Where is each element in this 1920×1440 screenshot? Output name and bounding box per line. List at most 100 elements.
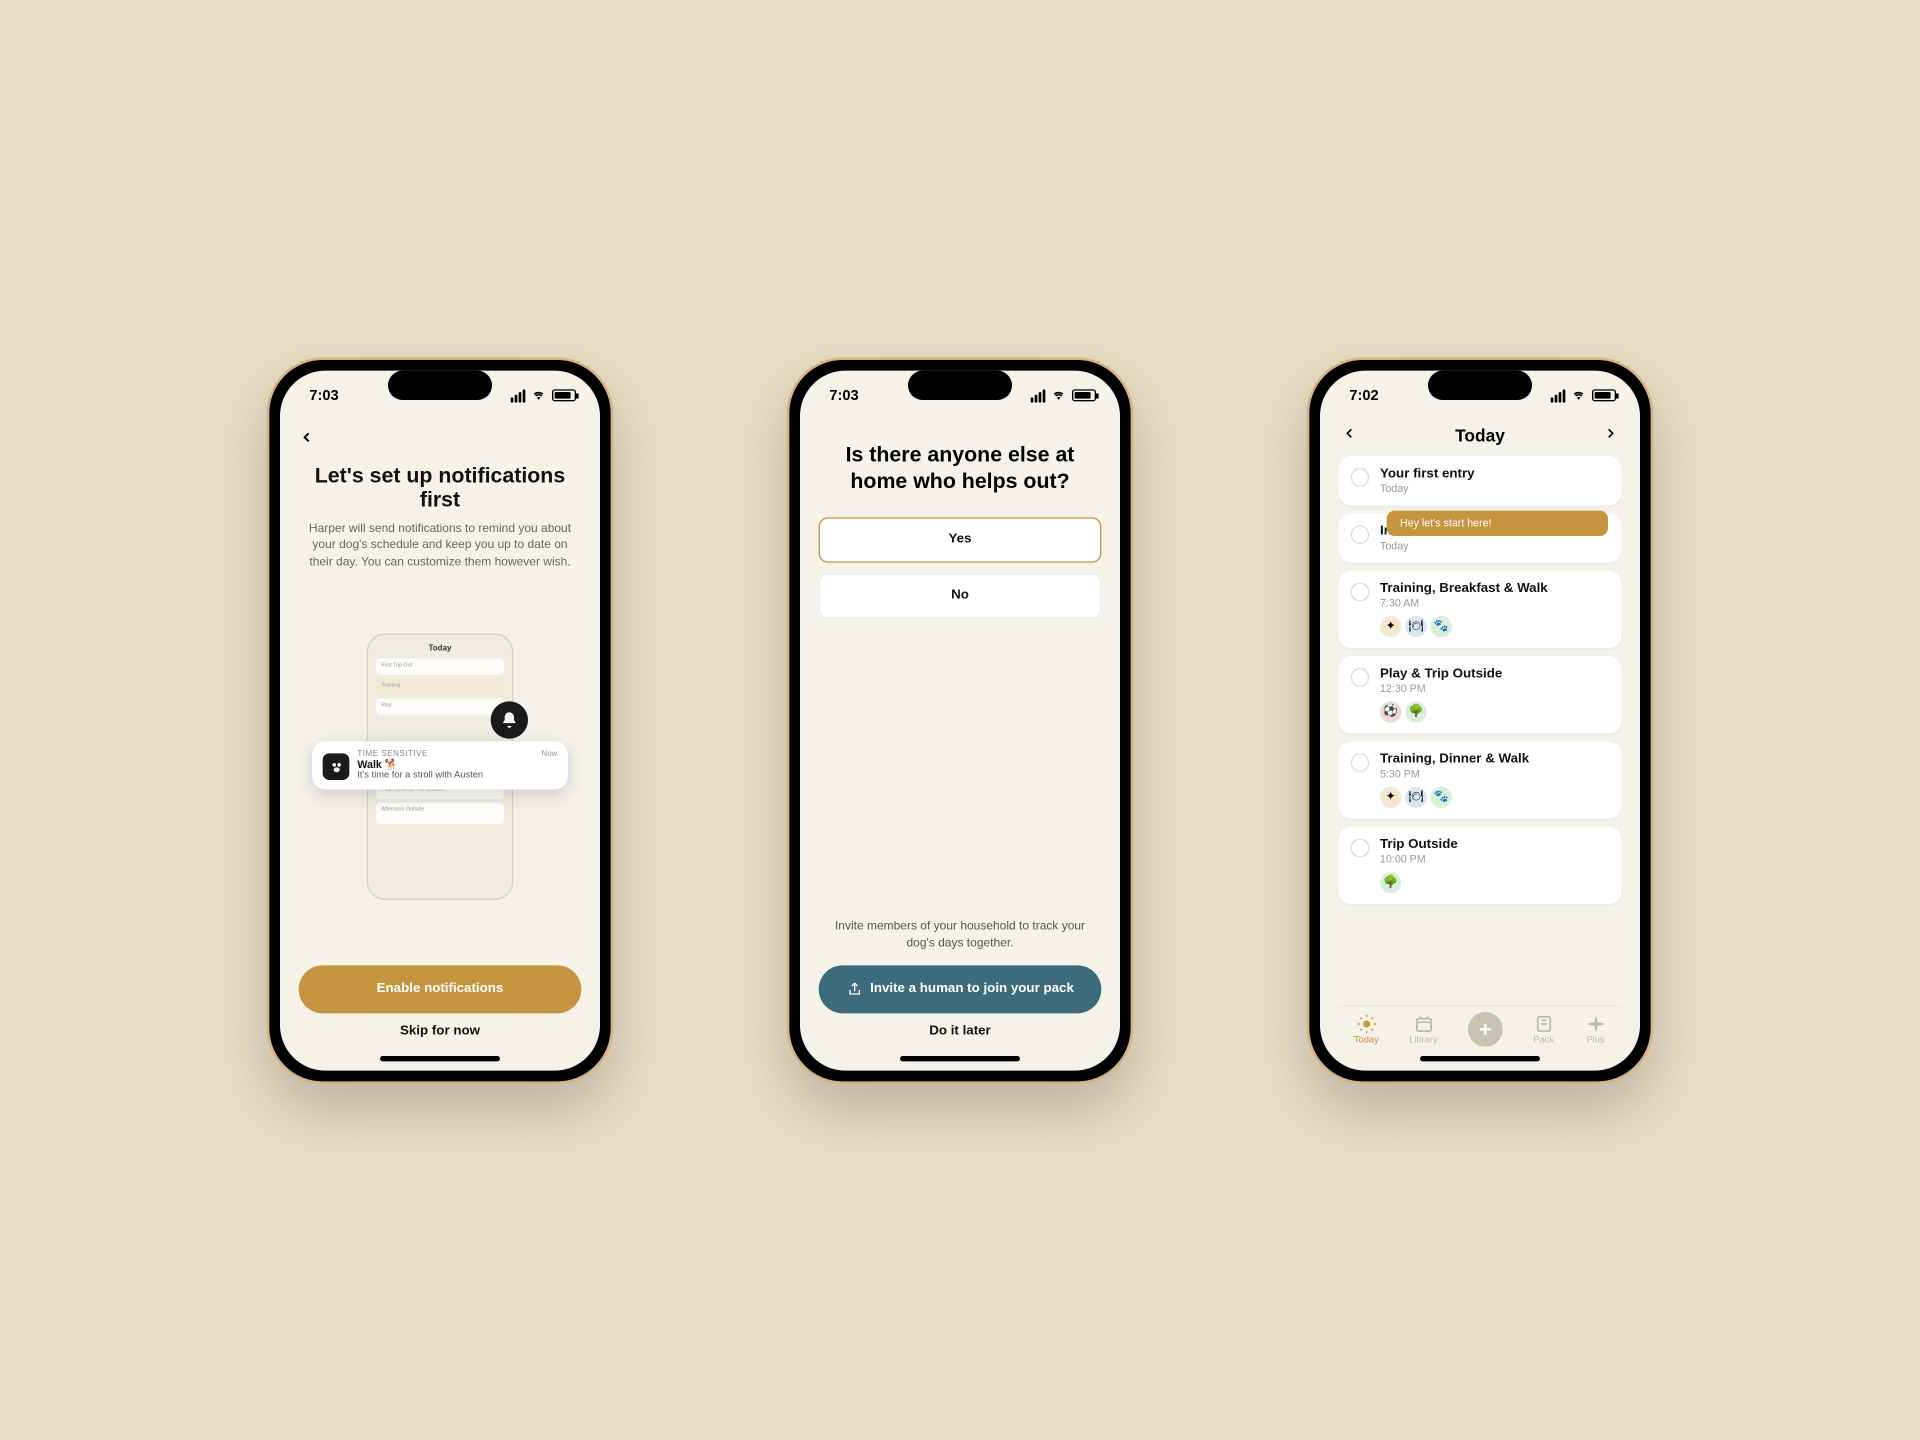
battery-icon	[1072, 389, 1096, 401]
wifi-icon	[1571, 389, 1587, 401]
card-subtitle: 10:00 PM	[1380, 853, 1609, 865]
outside-icon: 🌳	[1380, 871, 1401, 892]
status-indicators	[1551, 389, 1616, 402]
screen-today: 7:02 Today Your first entryToday	[1320, 370, 1640, 1070]
checkbox[interactable]	[1351, 838, 1370, 857]
mini-phone: Today First Trip Out Training Play Morni…	[367, 634, 514, 901]
tab-label: Library	[1409, 1035, 1438, 1044]
tab-label: Today	[1354, 1035, 1379, 1044]
pack-icon	[1533, 1013, 1554, 1034]
card-training-dinner-walk[interactable]: Training, Dinner & Walk 5:30 PM ✦🍽🐾	[1339, 741, 1622, 818]
food-icon: 🍽	[1405, 786, 1426, 807]
status-indicators	[1031, 389, 1096, 402]
home-indicator	[1320, 1046, 1640, 1070]
invite-button[interactable]: Invite a human to join your pack	[819, 965, 1102, 1013]
sparkle-icon	[1585, 1013, 1606, 1034]
checkbox[interactable]	[1351, 667, 1370, 686]
card-title: Training, Breakfast & Walk	[1380, 581, 1609, 596]
walk-icon: 🐾	[1431, 615, 1452, 636]
tab-today[interactable]: Today	[1354, 1013, 1379, 1045]
card-subtitle: 12:30 PM	[1380, 682, 1609, 694]
card-title: Training, Dinner & Walk	[1380, 751, 1609, 766]
question-heading: Is there anyone else at home who helps o…	[819, 442, 1102, 495]
choice-yes[interactable]: Yes	[819, 517, 1102, 562]
invite-label: Invite a human to join your pack	[870, 981, 1074, 996]
card-subtitle: Today	[1380, 539, 1609, 551]
food-icon: 🍽	[1405, 615, 1426, 636]
device-notch	[1428, 370, 1532, 399]
phone-mockup-1: 7:03 Let's set up notifications first Ha…	[267, 357, 614, 1084]
mini-header: Today	[376, 646, 504, 654]
checkbox[interactable]	[1351, 582, 1370, 601]
day-title: Today	[1455, 425, 1505, 445]
plus-icon	[1476, 1019, 1495, 1038]
enable-notifications-button[interactable]: Enable notifications	[299, 965, 582, 1013]
outside-icon: 🌳	[1405, 701, 1426, 722]
choice-no[interactable]: No	[819, 573, 1102, 618]
tab-add-button[interactable]	[1468, 1011, 1503, 1046]
play-icon: ⚽	[1380, 701, 1401, 722]
wifi-icon	[1051, 389, 1067, 401]
page-subtitle: Harper will send notifications to remind…	[299, 519, 582, 569]
card-title: Trip Outside	[1380, 837, 1609, 852]
checkbox[interactable]	[1351, 753, 1370, 772]
bell-badge-icon	[491, 702, 528, 739]
device-notch	[908, 370, 1012, 399]
phone-mockup-2: 7:03 Is there anyone else at home who he…	[787, 357, 1134, 1084]
notification-body: It's time for a stroll with Austen	[357, 771, 533, 780]
prev-day-button[interactable]	[1341, 423, 1357, 447]
phone-mockup-3: 7:02 Today Your first entryToday	[1307, 357, 1654, 1084]
training-icon: ✦	[1380, 615, 1401, 636]
illustration: Today First Trip Out Training Play Morni…	[299, 570, 582, 965]
card-subtitle: Today	[1380, 482, 1609, 494]
screen-notifications-setup: 7:03 Let's set up notifications first Ha…	[280, 370, 600, 1070]
skip-button[interactable]: Skip for now	[299, 1023, 582, 1038]
checkbox[interactable]	[1351, 525, 1370, 544]
footer-description: Invite members of your household to trac…	[819, 918, 1102, 952]
walk-icon: 🐾	[1431, 786, 1452, 807]
choice-group: Yes No	[819, 517, 1102, 629]
status-indicators	[511, 389, 576, 402]
home-indicator	[280, 1046, 600, 1070]
status-time: 7:02	[1349, 387, 1378, 403]
next-day-button[interactable]	[1603, 423, 1619, 447]
card-training-breakfast-walk[interactable]: Training, Breakfast & Walk 7:30 AM ✦🍽🐾	[1339, 570, 1622, 647]
device-notch	[388, 370, 492, 399]
tab-pack[interactable]: Pack	[1533, 1013, 1554, 1045]
tab-label: Plus	[1586, 1035, 1604, 1044]
tab-library[interactable]: Library	[1409, 1013, 1438, 1045]
checkbox[interactable]	[1351, 467, 1370, 486]
notification-card: TIME SENSITIVE Walk 🐕 It's time for a st…	[312, 742, 568, 790]
signal-icon	[1551, 389, 1566, 402]
onboarding-tooltip: Hey let's start here!	[1387, 510, 1608, 535]
notification-when: Now	[541, 751, 557, 759]
home-indicator	[800, 1046, 1120, 1070]
day-nav: Today	[1339, 421, 1622, 456]
app-icon	[323, 754, 350, 781]
tab-bar: Today Library Pack Plus	[1339, 1005, 1622, 1046]
card-invite[interactable]: InviteToday Hey let's start here!	[1339, 513, 1622, 562]
signal-icon	[511, 389, 526, 402]
card-subtitle: 5:30 PM	[1380, 767, 1609, 779]
card-trip-outside[interactable]: Trip Outside 10:00 PM 🌳	[1339, 826, 1622, 903]
sun-icon	[1356, 1013, 1377, 1034]
status-time: 7:03	[829, 387, 858, 403]
signal-icon	[1031, 389, 1046, 402]
card-title: Play & Trip Outside	[1380, 666, 1609, 681]
cards-list: Your first entryToday InviteToday Hey le…	[1339, 455, 1622, 903]
training-icon: ✦	[1380, 786, 1401, 807]
battery-icon	[1592, 389, 1616, 401]
tab-plus[interactable]: Plus	[1585, 1013, 1606, 1045]
do-later-button[interactable]: Do it later	[819, 1023, 1102, 1038]
screen-household-question: 7:03 Is there anyone else at home who he…	[800, 370, 1120, 1070]
tab-label: Pack	[1533, 1035, 1554, 1044]
card-first-entry[interactable]: Your first entryToday	[1339, 455, 1622, 504]
card-subtitle: 7:30 AM	[1380, 597, 1609, 609]
library-icon	[1413, 1013, 1434, 1034]
page-title: Let's set up notifications first	[299, 465, 582, 513]
battery-icon	[552, 389, 576, 401]
share-icon	[846, 981, 862, 997]
card-title: Your first entry	[1380, 466, 1609, 481]
card-play-trip[interactable]: Play & Trip Outside 12:30 PM ⚽🌳	[1339, 655, 1622, 732]
back-button[interactable]	[299, 421, 582, 457]
